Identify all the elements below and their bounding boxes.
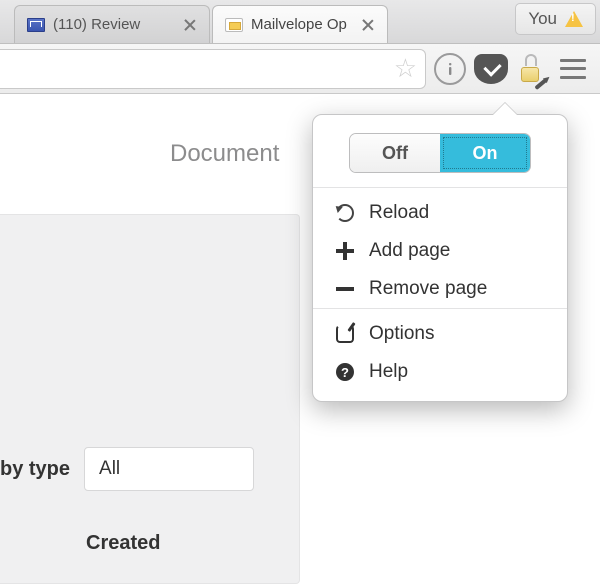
menu-icon[interactable] xyxy=(560,59,586,79)
menu-label: Add page xyxy=(369,240,450,262)
close-icon[interactable] xyxy=(361,18,375,32)
filter-row: by type All xyxy=(0,447,254,491)
profile-badge[interactable]: You xyxy=(515,3,596,35)
page-heading: Document xyxy=(170,140,279,168)
tab-title: (110) Review xyxy=(53,16,175,33)
reload-icon xyxy=(335,203,355,223)
menu-add-page[interactable]: Add page xyxy=(313,232,567,270)
bookmark-star-icon[interactable]: ☆ xyxy=(394,53,417,84)
content-panel: by type All Created xyxy=(0,214,300,584)
menu-options[interactable]: Options xyxy=(313,315,567,353)
warning-icon xyxy=(565,11,583,27)
browser-toolbar: ☆ xyxy=(0,44,600,94)
mailvelope-extension-icon[interactable] xyxy=(516,54,546,84)
toggle-row: Off On xyxy=(313,129,567,187)
minus-icon xyxy=(335,279,355,299)
tab-mailvelope[interactable]: Mailvelope Op xyxy=(212,5,388,43)
mail-icon xyxy=(27,18,45,32)
menu-remove-page[interactable]: Remove page xyxy=(313,270,567,308)
filter-type-select[interactable]: All xyxy=(84,447,254,491)
browser-tabstrip: (110) Review Mailvelope Op You xyxy=(0,0,600,44)
menu-reload[interactable]: Reload xyxy=(313,194,567,232)
menu-label: Remove page xyxy=(369,278,487,300)
toolbar-icons xyxy=(426,53,600,85)
tab-title: Mailvelope Op xyxy=(251,16,353,33)
pocket-icon[interactable] xyxy=(474,54,508,84)
menu-label: Help xyxy=(369,361,408,383)
filter-value: All xyxy=(99,458,120,480)
menu-label: Reload xyxy=(369,202,429,224)
tab-separator xyxy=(209,12,210,37)
toggle-off-button[interactable]: Off xyxy=(350,134,440,172)
omnibox[interactable]: ☆ xyxy=(0,49,426,89)
menu-help[interactable]: ? Help xyxy=(313,353,567,391)
mailvelope-popup: Off On Reload Add page Remove page Optio… xyxy=(312,114,568,402)
on-off-toggle: Off On xyxy=(349,133,531,173)
column-created[interactable]: Created xyxy=(86,532,160,555)
menu-label: Options xyxy=(369,323,434,345)
info-icon[interactable] xyxy=(434,53,466,85)
profile-label: You xyxy=(528,9,557,29)
separator xyxy=(313,308,567,309)
filter-label: by type xyxy=(0,458,70,481)
toggle-on-button[interactable]: On xyxy=(440,134,530,172)
mailvelope-icon xyxy=(225,18,243,32)
close-icon[interactable] xyxy=(183,18,197,32)
options-icon xyxy=(335,324,355,344)
separator xyxy=(313,187,567,188)
help-icon: ? xyxy=(335,362,355,382)
tab-review[interactable]: (110) Review xyxy=(14,5,210,43)
plus-icon xyxy=(335,241,355,261)
